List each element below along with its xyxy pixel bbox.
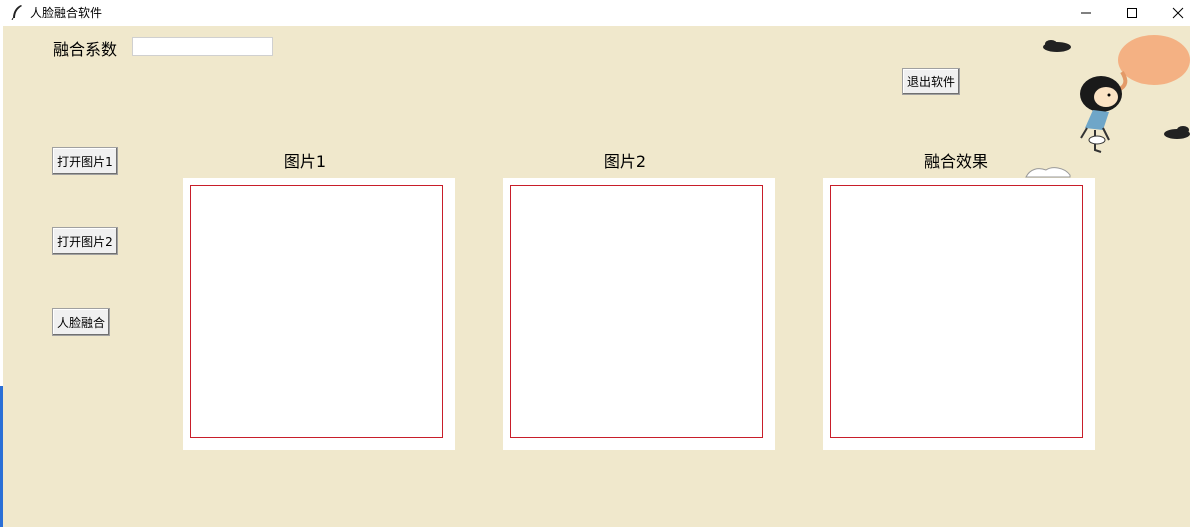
window-bottom-edge bbox=[0, 527, 1193, 531]
title-bar: 人脸融合软件 bbox=[0, 0, 1193, 26]
close-button[interactable] bbox=[1155, 0, 1193, 26]
image2-frame bbox=[510, 185, 763, 438]
maximize-icon bbox=[1127, 8, 1137, 18]
maximize-button[interactable] bbox=[1109, 0, 1155, 26]
minimize-icon bbox=[1081, 12, 1091, 14]
image2-label: 图片2 bbox=[603, 152, 647, 171]
minimize-button[interactable] bbox=[1063, 0, 1109, 26]
cloud-icon bbox=[1025, 167, 1071, 178]
feather-app-icon bbox=[11, 5, 22, 20]
result-panel bbox=[823, 178, 1095, 450]
face-fusion-button[interactable]: 人脸融合 bbox=[52, 308, 110, 336]
open-image1-button[interactable]: 打开图片1 bbox=[52, 147, 118, 175]
window-title: 人脸融合软件 bbox=[30, 6, 103, 20]
image1-frame bbox=[190, 185, 443, 438]
client-area: 融合系数 退出软件 打开图片1 打开图片2 人脸融合 图片1 图片2 融合效果 bbox=[3, 26, 1190, 527]
result-frame bbox=[830, 185, 1083, 438]
image2-panel bbox=[503, 178, 775, 450]
exit-button[interactable]: 退出软件 bbox=[902, 68, 960, 95]
result-label: 融合效果 bbox=[923, 152, 988, 171]
close-icon bbox=[1172, 7, 1184, 19]
coef-input[interactable] bbox=[132, 37, 273, 56]
open-image2-button[interactable]: 打开图片2 bbox=[52, 227, 118, 255]
girl-balloon-illustration bbox=[1043, 35, 1190, 153]
image1-label: 图片1 bbox=[283, 152, 327, 171]
coef-label: 融合系数 bbox=[53, 40, 118, 59]
image1-panel bbox=[183, 178, 455, 450]
